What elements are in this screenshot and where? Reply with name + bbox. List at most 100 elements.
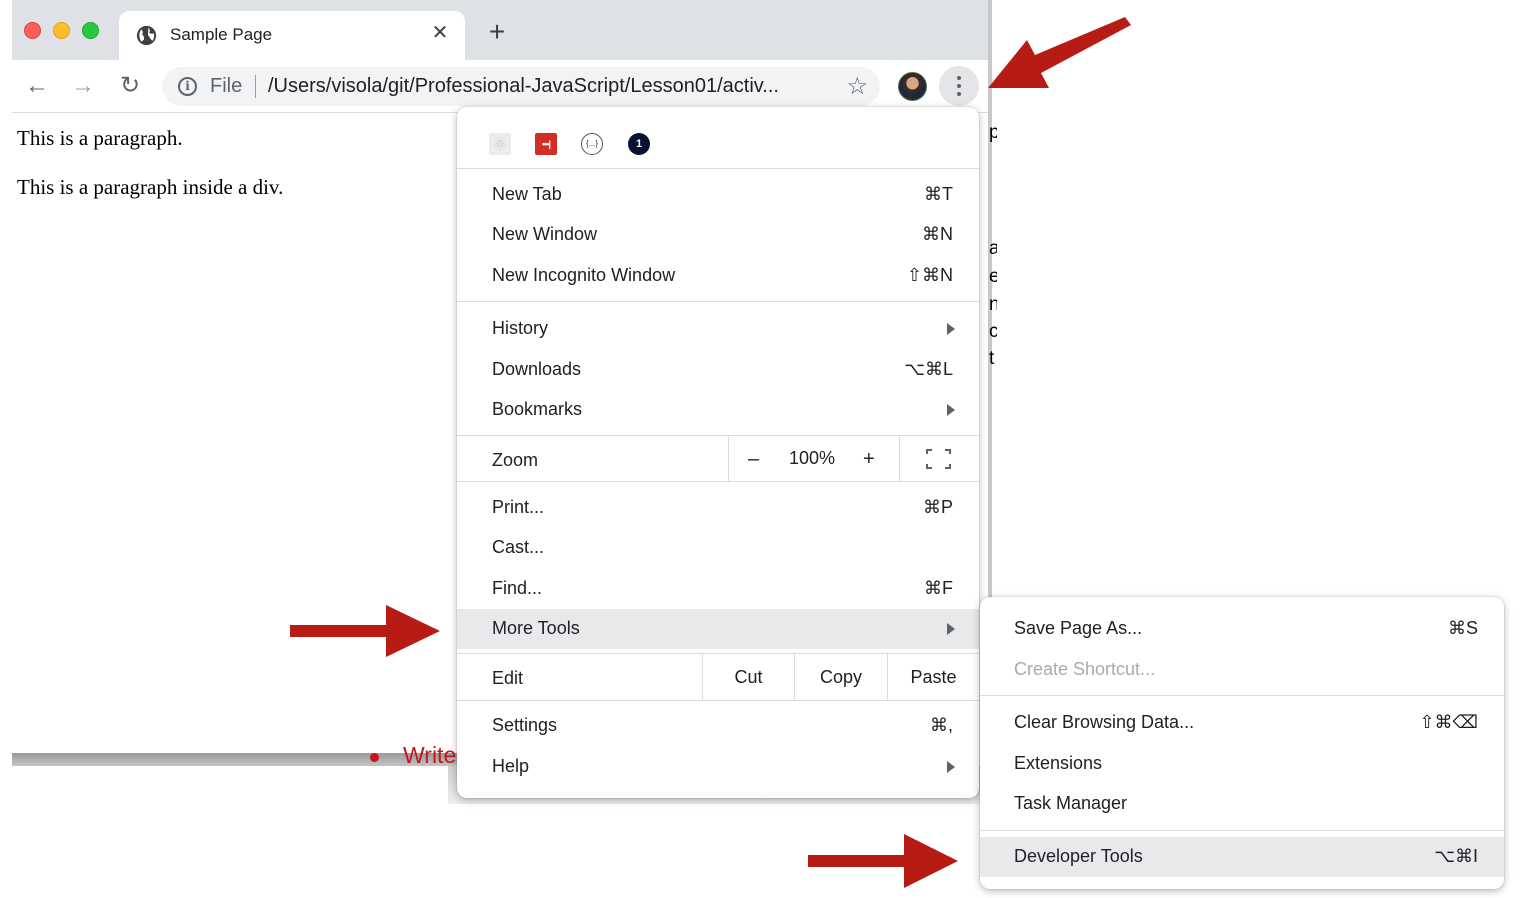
react-devtools-icon[interactable]: ⚛	[489, 133, 511, 155]
submenu-arrow-icon	[947, 623, 955, 635]
menu-item-label: Cast...	[492, 537, 545, 557]
background-window-text: p a e n c t	[989, 110, 997, 370]
annotation-arrow-icon	[808, 834, 958, 888]
zoom-level: 100%	[789, 448, 836, 468]
menu-item-developer-tools[interactable]: Developer Tools ⌥⌘I	[980, 837, 1504, 877]
menu-item-label: Help	[492, 756, 530, 776]
submenu-arrow-icon	[947, 761, 955, 773]
menu-item-bookmarks[interactable]: Bookmarks	[457, 390, 979, 430]
close-tab-icon[interactable]: ✕	[429, 22, 451, 44]
zoom-out-button[interactable]: –	[748, 448, 759, 471]
json-viewer-icon[interactable]: {...}	[581, 133, 603, 155]
menu-divider	[457, 301, 979, 302]
more-tools-submenu: Save Page As... ⌘S Create Shortcut... Cl…	[980, 597, 1504, 889]
close-window-button[interactable]	[24, 22, 41, 39]
submenu-arrow-icon	[947, 404, 955, 416]
menu-item-downloads[interactable]: Downloads ⌥⌘L	[457, 350, 979, 390]
new-tab-button[interactable]: +	[485, 18, 509, 46]
shortcut-label: ⇧⌘⌫	[1419, 712, 1478, 732]
menu-item-label: Extensions	[1014, 753, 1103, 773]
reload-icon[interactable]: ↻	[116, 72, 144, 100]
menu-item-label: New Incognito Window	[492, 265, 676, 285]
shortcut-label: ⌘,	[929, 715, 953, 735]
fullscreen-icon[interactable]	[926, 449, 951, 469]
zoom-label: Zoom	[492, 450, 539, 470]
menu-item-create-shortcut: Create Shortcut...	[980, 650, 1504, 690]
menu-item-label: New Window	[492, 224, 598, 244]
globe-icon	[136, 25, 157, 46]
menu-item-task-manager[interactable]: Task Manager	[980, 784, 1504, 824]
text-fragment: e	[989, 266, 997, 287]
lastpass-icon[interactable]: •••|	[535, 133, 557, 155]
shortcut-label: ⌘P	[922, 497, 953, 517]
toolbar: ← → ↻ i File /Users/visola/git/Professio…	[12, 60, 992, 113]
kebab-menu-icon	[957, 84, 961, 88]
menu-divider	[980, 695, 1504, 696]
chrome-main-menu: ⚛ •••| {...} 1 New Tab ⌘T New Window ⌘N …	[457, 107, 979, 798]
onepassword-icon[interactable]: 1	[628, 133, 650, 155]
shortcut-label: ⌘T	[924, 184, 953, 204]
tab-sample-page[interactable]: Sample Page ✕	[119, 11, 465, 60]
shortcut-label: ⇧⌘N	[906, 265, 953, 285]
minimize-window-button[interactable]	[53, 22, 70, 39]
menu-item-label: Find...	[492, 578, 543, 598]
menu-item-clear-browsing-data[interactable]: Clear Browsing Data... ⇧⌘⌫	[980, 703, 1504, 743]
kebab-menu-icon	[957, 92, 961, 96]
text-fragment: c	[989, 321, 997, 342]
menu-item-extensions[interactable]: Extensions	[980, 744, 1504, 784]
divider	[899, 436, 900, 482]
shortcut-label: ⌘N	[922, 224, 953, 244]
menu-item-label: Settings	[492, 715, 558, 735]
text-fragment: n	[989, 294, 997, 315]
menu-item-label: Bookmarks	[492, 399, 583, 419]
menu-item-label: Clear Browsing Data...	[1014, 712, 1195, 732]
scheme-label: File	[210, 75, 243, 97]
cut-button[interactable]: Cut	[702, 654, 794, 700]
menu-item-new-tab[interactable]: New Tab ⌘T	[457, 175, 979, 215]
menu-item-more-tools[interactable]: More Tools	[457, 609, 979, 649]
zoom-in-button[interactable]: +	[863, 448, 875, 471]
menu-item-cast[interactable]: Cast...	[457, 528, 979, 568]
bullet-icon	[370, 753, 379, 762]
tab-strip: Sample Page ✕ +	[12, 0, 992, 60]
menu-item-find[interactable]: Find... ⌘F	[457, 569, 979, 609]
menu-item-help[interactable]: Help	[457, 747, 979, 787]
menu-item-new-window[interactable]: New Window ⌘N	[457, 215, 979, 255]
menu-item-history[interactable]: History	[457, 309, 979, 349]
menu-item-save-page-as[interactable]: Save Page As... ⌘S	[980, 609, 1504, 649]
menu-item-label: Print...	[492, 497, 545, 517]
maximize-window-button[interactable]	[82, 22, 99, 39]
background-list-item: Write	[403, 742, 457, 766]
text-fragment: p	[989, 122, 997, 143]
paste-button[interactable]: Paste	[887, 654, 979, 700]
annotation-arrow-icon	[290, 605, 440, 657]
chrome-menu-button[interactable]	[939, 66, 979, 106]
divider	[728, 436, 729, 482]
shortcut-label: ⌘S	[1447, 618, 1478, 638]
shortcut-label: ⌥⌘I	[1434, 846, 1478, 866]
menu-item-label: Downloads	[492, 359, 582, 379]
menu-item-new-incognito-window[interactable]: New Incognito Window ⇧⌘N	[457, 256, 979, 296]
forward-arrow-icon[interactable]: →	[69, 72, 97, 100]
menu-item-label: Task Manager	[1014, 793, 1128, 813]
profile-avatar[interactable]	[898, 72, 927, 101]
menu-item-print[interactable]: Print... ⌘P	[457, 488, 979, 528]
menu-item-label: Create Shortcut...	[1014, 659, 1156, 679]
info-icon[interactable]: i	[178, 77, 197, 96]
url-text[interactable]: /Users/visola/git/Professional-JavaScrip…	[268, 75, 779, 98]
menu-item-settings[interactable]: Settings ⌘,	[457, 706, 979, 746]
zoom-row: Zoom – 100% +	[457, 435, 979, 482]
menu-item-label: New Tab	[492, 184, 562, 204]
menu-item-label: Save Page As...	[1014, 618, 1143, 638]
address-bar[interactable]: i File /Users/visola/git/Professional-Ja…	[162, 67, 880, 106]
text-fragment: a	[989, 238, 997, 259]
back-arrow-icon[interactable]: ←	[23, 72, 51, 100]
bookmark-star-icon[interactable]: ☆	[846, 72, 868, 101]
kebab-menu-icon	[957, 76, 961, 80]
submenu-arrow-icon	[947, 323, 955, 335]
copy-button[interactable]: Copy	[794, 654, 887, 700]
menu-divider	[980, 830, 1504, 831]
background-window-bar	[12, 753, 457, 766]
paragraph: This is a paragraph.	[17, 126, 183, 150]
menu-item-label: History	[492, 318, 549, 338]
